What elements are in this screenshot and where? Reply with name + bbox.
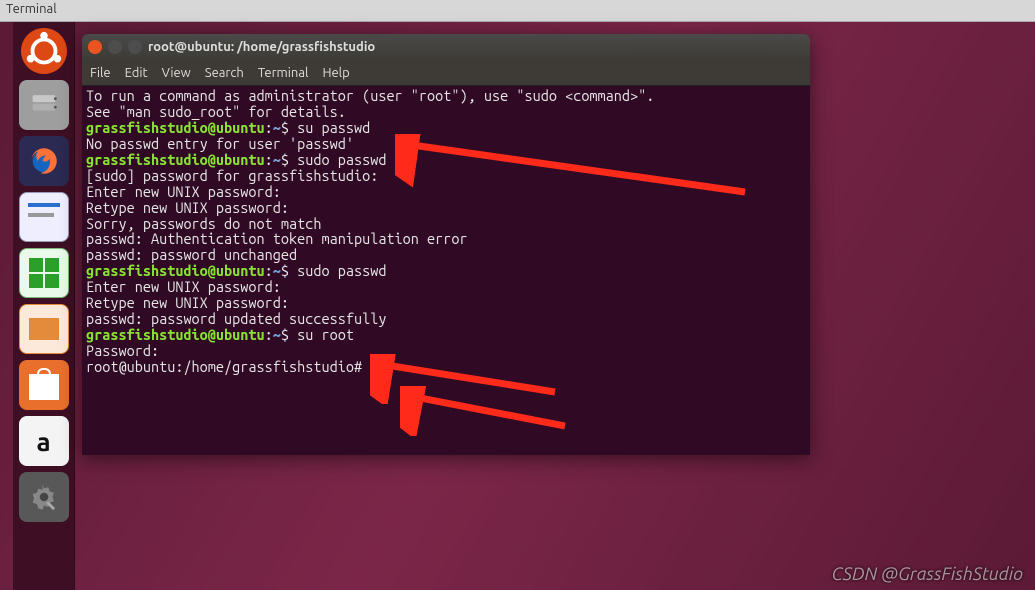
prompt-user: grassfishstudio@ubuntu [86,151,265,168]
launcher-files-icon[interactable] [19,80,69,130]
terminal-output: [sudo] password for grassfishstudio: [86,168,806,184]
terminal-output: See "man sudo_root" for details. [86,104,806,120]
prompt-path: ~ [273,119,281,136]
terminal-prompt-line: grassfishstudio@ubuntu:~$ su passwd [86,120,806,136]
terminal-output: Enter new UNIX password: [86,184,806,200]
prompt-sigil: $ [281,151,289,168]
command-text: su root [297,326,354,343]
command-text: sudo passwd [297,151,386,168]
menu-edit[interactable]: Edit [125,66,148,80]
launcher-firefox-icon[interactable] [19,136,69,186]
top-window-label: Terminal [0,0,1035,22]
launcher-amazon-icon[interactable]: a [19,416,69,466]
terminal-output: Password: [86,343,806,359]
terminal-window: root@ubuntu: /home/grassfishstudio File … [82,34,810,455]
launcher-dash-icon[interactable] [21,28,67,74]
desktop-background: a root@ubuntu: /home/grassfishstudio Fil… [0,22,1035,590]
prompt-user: grassfishstudio@ubuntu [86,262,265,279]
window-maximize-icon[interactable] [128,40,142,54]
menu-view[interactable]: View [162,66,191,80]
launcher-calc-icon[interactable] [19,248,69,298]
prompt-path: ~ [273,151,281,168]
terminal-output: passwd: password unchanged [86,247,806,263]
window-minimize-icon[interactable] [108,40,122,54]
unity-launcher: a [13,22,75,590]
menu-search[interactable]: Search [205,66,244,80]
menu-help[interactable]: Help [322,66,349,80]
prompt-sep: : [265,151,273,168]
launcher-impress-icon[interactable] [19,304,69,354]
launcher-writer-icon[interactable] [19,192,69,242]
cursor-icon [370,360,378,374]
terminal-title-text: root@ubuntu: /home/grassfishstudio [148,40,375,54]
terminal-root-prompt: root@ubuntu:/home/grassfishstudio# [86,359,806,375]
terminal-output: Enter new UNIX password: [86,279,806,295]
prompt-path: ~ [273,326,281,343]
prompt-sep: : [265,326,273,343]
terminal-output: Sorry, passwords do not match [86,216,806,232]
terminal-prompt-line: grassfishstudio@ubuntu:~$ sudo passwd [86,263,806,279]
terminal-output: No passwd entry for user 'passwd' [86,136,806,152]
terminal-output: Retype new UNIX password: [86,295,806,311]
terminal-output: To run a command as administrator (user … [86,88,806,104]
root-prompt-text: root@ubuntu:/home/grassfishstudio# [86,358,370,375]
terminal-menubar: File Edit View Search Terminal Help [82,60,810,86]
terminal-output: passwd: Authentication token manipulatio… [86,231,806,247]
prompt-user: grassfishstudio@ubuntu [86,326,265,343]
prompt-sep: : [265,119,273,136]
menu-terminal[interactable]: Terminal [258,66,309,80]
prompt-path: ~ [273,262,281,279]
launcher-software-icon[interactable] [19,360,69,410]
window-close-icon[interactable] [88,40,102,54]
command-text: su passwd [297,119,370,136]
launcher-settings-icon[interactable] [19,472,69,522]
menu-file[interactable]: File [90,66,111,80]
prompt-sigil: $ [281,326,289,343]
terminal-body[interactable]: To run a command as administrator (user … [82,86,810,455]
terminal-titlebar[interactable]: root@ubuntu: /home/grassfishstudio [82,34,810,60]
prompt-sep: : [265,262,273,279]
terminal-prompt-line: grassfishstudio@ubuntu:~$ sudo passwd [86,152,806,168]
prompt-sigil: $ [281,262,289,279]
prompt-sigil: $ [281,119,289,136]
watermark-text: CSDN @GrassFishStudio [832,564,1023,584]
command-text: sudo passwd [297,262,386,279]
terminal-output: passwd: password updated successfully [86,311,806,327]
prompt-user: grassfishstudio@ubuntu [86,119,265,136]
terminal-output: Retype new UNIX password: [86,200,806,216]
terminal-prompt-line: grassfishstudio@ubuntu:~$ su root [86,327,806,343]
